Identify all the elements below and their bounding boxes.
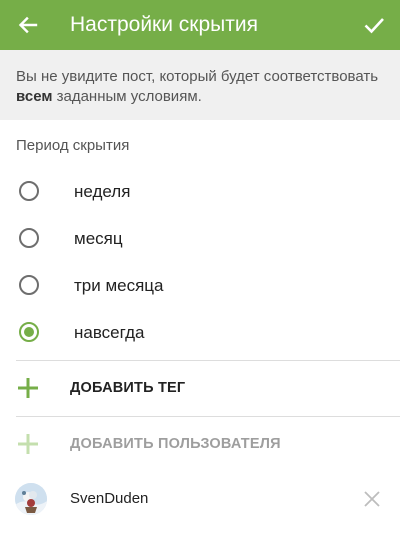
- back-button[interactable]: [14, 11, 42, 39]
- info-text-before: Вы не увидите пост, который будет соотве…: [16, 68, 379, 85]
- radio-button-selected[interactable]: [19, 322, 39, 342]
- user-name: SvenDuden: [70, 490, 149, 507]
- radio-option-label: неделя: [74, 182, 131, 201]
- radio-option-forever[interactable]: навсегда: [0, 310, 400, 356]
- radio-option-three-months[interactable]: три месяца: [0, 263, 400, 309]
- radio-button[interactable]: [19, 228, 39, 248]
- radio-option-label: три месяца: [74, 276, 164, 295]
- radio-button[interactable]: [19, 181, 39, 201]
- add-tag-button[interactable]: ДОБАВИТЬ ТЕГ: [0, 361, 400, 415]
- radio-option-label: навсегда: [74, 323, 145, 342]
- app-bar: Настройки скрытия: [0, 0, 400, 50]
- info-banner: Вы не увидите пост, который будет соотве…: [0, 50, 400, 120]
- check-icon: [364, 18, 384, 34]
- radio-option-week[interactable]: неделя: [0, 169, 400, 215]
- add-tag-label: ДОБАВИТЬ ТЕГ: [70, 380, 186, 396]
- plus-icon: [18, 434, 38, 454]
- add-user-button[interactable]: ДОБАВИТЬ ПОЛЬЗОВАТЕЛЯ: [0, 417, 400, 471]
- add-user-label: ДОБАВИТЬ ПОЛЬЗОВАТЕЛЯ: [70, 436, 281, 452]
- period-section-label: Период скрытия: [16, 137, 130, 154]
- page-title: Настройки скрытия: [70, 13, 258, 36]
- user-list-item: SvenDuden: [0, 474, 400, 524]
- confirm-button[interactable]: [360, 11, 388, 39]
- info-text-after: заданным условиям.: [52, 88, 202, 105]
- radio-option-label: месяц: [74, 229, 123, 248]
- plus-icon: [18, 378, 38, 398]
- arrow-left-icon: [18, 16, 38, 34]
- avatar: [15, 483, 47, 515]
- radio-button[interactable]: [19, 275, 39, 295]
- info-text-bold: всем: [16, 88, 53, 105]
- radio-option-month[interactable]: месяц: [0, 216, 400, 262]
- close-icon[interactable]: [362, 489, 382, 509]
